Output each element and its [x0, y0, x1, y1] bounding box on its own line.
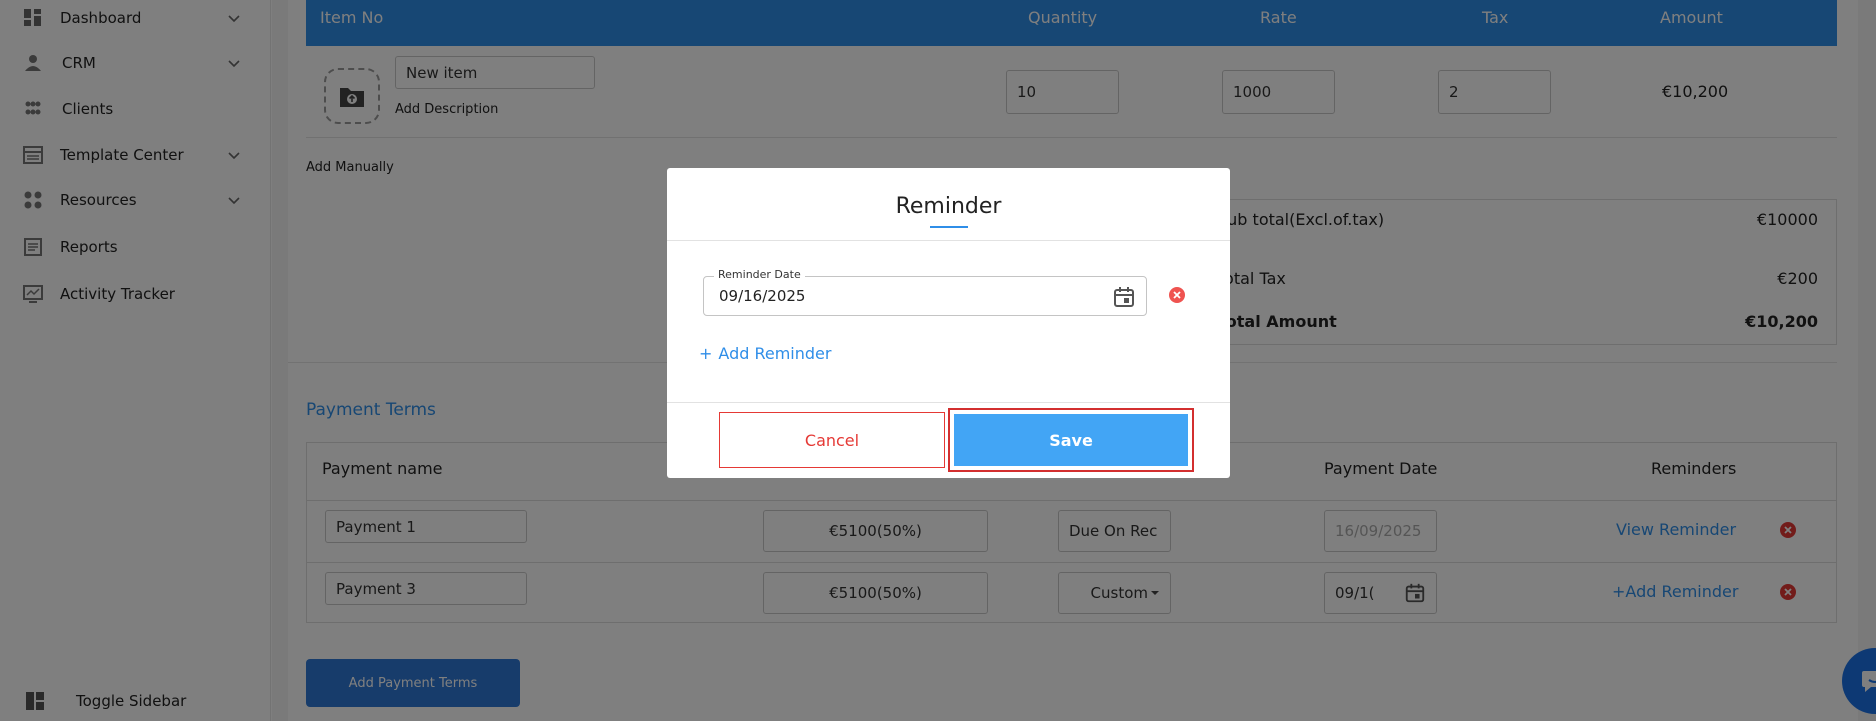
cancel-label: Cancel	[804, 430, 860, 450]
calendar-icon[interactable]	[1112, 285, 1136, 309]
reminder-modal: Reminder Reminder Date 09/16/2025 + Add R…	[667, 168, 1230, 478]
save-button[interactable]: Save	[954, 414, 1188, 466]
reminder-date-label: Reminder Date	[714, 268, 805, 281]
modal-divider	[667, 402, 1230, 403]
reminder-date-value: 09/16/2025	[719, 287, 806, 305]
reminder-date-field[interactable]: Reminder Date 09/16/2025	[703, 268, 1147, 316]
add-reminder-button[interactable]: + Add Reminder	[699, 344, 831, 363]
title-underline	[930, 226, 968, 228]
save-label: Save	[1049, 430, 1093, 450]
plus-icon: +	[699, 344, 713, 363]
modal-title: Reminder	[895, 194, 1002, 219]
modal-divider	[667, 240, 1230, 241]
cancel-button[interactable]: Cancel	[719, 412, 945, 468]
add-reminder-label: Add Reminder	[718, 344, 832, 363]
remove-reminder-icon[interactable]	[1168, 286, 1186, 304]
save-button-highlight: Save	[948, 408, 1194, 472]
